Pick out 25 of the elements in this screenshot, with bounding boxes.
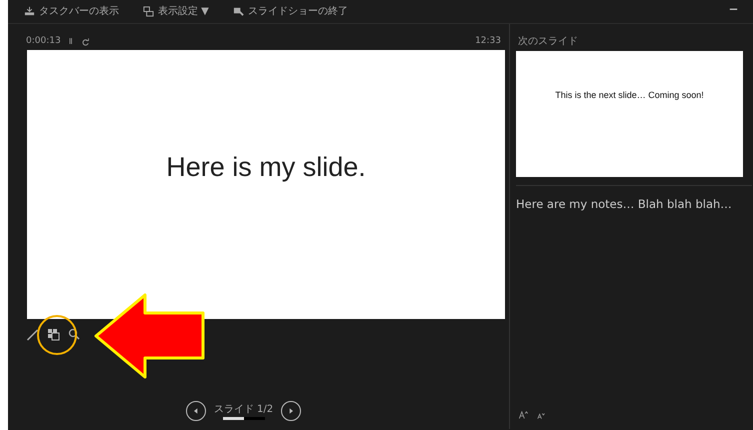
highlight-circle <box>37 315 77 355</box>
right-triangle-icon <box>287 407 296 415</box>
toolbar-button[interactable]: 表示設定 ▼ <box>143 4 209 19</box>
increase-font-icon[interactable] <box>518 411 529 421</box>
toolbar-button[interactable]: タスクバーの表示 <box>24 4 119 19</box>
next-slide-button[interactable] <box>281 401 302 421</box>
next-slide-heading: 次のスライド <box>517 35 579 49</box>
reset-icon[interactable] <box>80 38 90 46</box>
display-icon <box>143 6 154 17</box>
search-icon[interactable] <box>68 328 80 340</box>
left-triangle-icon <box>192 407 200 415</box>
toolbar-button[interactable]: スライドショーの終了 <box>232 4 348 19</box>
elapsed-time: 0:00:13 <box>26 35 61 48</box>
slide-text: Here is my slide. <box>166 151 366 184</box>
previous-slide-button[interactable] <box>186 401 206 421</box>
notes-text: Here are my notes… Blah blah blah… <box>516 185 752 214</box>
end-show-icon <box>232 6 244 17</box>
next-slide-text: This is the next slide… Coming soon! <box>555 89 704 102</box>
taskbar-icon <box>24 6 35 17</box>
pause-button[interactable]: Ⅱ <box>68 38 73 46</box>
slide-counter: スライド 1/2 <box>214 403 274 417</box>
slides-grid-icon[interactable] <box>47 328 60 340</box>
decrease-font-icon[interactable] <box>537 412 546 421</box>
pen-icon[interactable] <box>26 327 39 341</box>
clock-time: 12:33 <box>475 35 501 48</box>
